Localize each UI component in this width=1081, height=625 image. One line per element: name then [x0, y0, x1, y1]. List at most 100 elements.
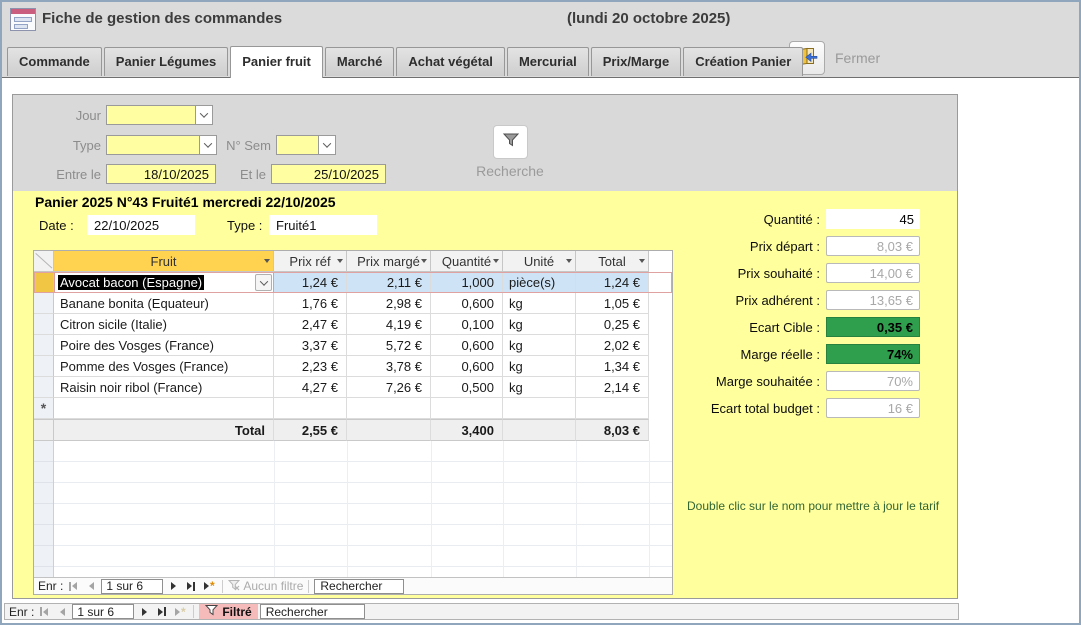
- et-le-label: Et le: [218, 167, 266, 182]
- previous-record-button[interactable]: [83, 580, 99, 593]
- col-header-prix-ref[interactable]: Prix réf: [274, 251, 347, 272]
- filter-arrow-icon[interactable]: [566, 259, 572, 263]
- cell-prix-ref[interactable]: 1,76 €: [274, 293, 347, 314]
- cell-fruit[interactable]: Banane bonita (Equateur): [54, 293, 274, 314]
- col-header-prix-marge[interactable]: Prix margé: [347, 251, 431, 272]
- cell-quantite[interactable]: 1,000: [431, 272, 503, 293]
- cell-prix-ref[interactable]: 2,47 €: [274, 314, 347, 335]
- chevron-down-icon[interactable]: [195, 106, 212, 124]
- col-header-unite[interactable]: Unité: [503, 251, 576, 272]
- type-filter-label: Type: [13, 138, 101, 153]
- cell-fruit[interactable]: Pomme des Vosges (France): [54, 356, 274, 377]
- cell-prix-ref[interactable]: [274, 398, 347, 419]
- col-header-fruit[interactable]: Fruit: [54, 251, 274, 272]
- next-record-button[interactable]: [136, 605, 152, 618]
- first-record-button[interactable]: [36, 605, 52, 618]
- cell-prix-ref[interactable]: 4,27 €: [274, 377, 347, 398]
- cell-fruit[interactable]: Poire des Vosges (France): [54, 335, 274, 356]
- total-unite: [503, 419, 576, 441]
- row-selector[interactable]: [34, 314, 54, 335]
- filter-arrow-icon[interactable]: [421, 259, 427, 263]
- search-button[interactable]: [493, 125, 528, 159]
- chevron-down-icon[interactable]: [318, 136, 335, 154]
- record-position[interactable]: 1 sur 6: [72, 604, 134, 619]
- quantite-field[interactable]: 45: [826, 209, 920, 229]
- col-header-quantite[interactable]: Quantité: [431, 251, 503, 272]
- filter-arrow-icon[interactable]: [264, 259, 270, 263]
- row-selector[interactable]: [34, 335, 54, 356]
- last-record-button[interactable]: [183, 580, 199, 593]
- row-selector[interactable]: [34, 272, 54, 293]
- main-record-nav: Enr : 1 sur 6 * Filtré Rechercher: [4, 603, 959, 620]
- tab-mercurial[interactable]: Mercurial: [507, 47, 589, 76]
- cell-quantite[interactable]: 0,600: [431, 335, 503, 356]
- last-record-button[interactable]: [154, 605, 170, 618]
- cell-prix-marge[interactable]: 7,26 €: [347, 377, 431, 398]
- cell-unite[interactable]: kg: [503, 377, 576, 398]
- cell-fruit[interactable]: [54, 398, 274, 419]
- entre-le-label: Entre le: [13, 167, 101, 182]
- new-record-button[interactable]: *: [172, 605, 188, 618]
- tab-prix-marge[interactable]: Prix/Marge: [591, 47, 681, 76]
- cell-fruit[interactable]: Raisin noir ribol (France): [54, 377, 274, 398]
- tab-commande[interactable]: Commande: [7, 47, 102, 76]
- tab-panier-legumes[interactable]: Panier Légumes: [104, 47, 228, 76]
- date-field[interactable]: 22/10/2025: [87, 215, 195, 235]
- first-record-button[interactable]: [65, 580, 81, 593]
- cell-prix-ref[interactable]: 1,24 €: [274, 272, 347, 293]
- no-filter-button[interactable]: Aucun filtre: [228, 579, 303, 594]
- tab-creation-panier[interactable]: Création Panier: [683, 47, 803, 76]
- tab-marche[interactable]: Marché: [325, 47, 395, 76]
- cell-quantite[interactable]: 0,100: [431, 314, 503, 335]
- cell-prix-marge[interactable]: 2,98 €: [347, 293, 431, 314]
- cell-quantite[interactable]: 0,500: [431, 377, 503, 398]
- date-fin-field[interactable]: 25/10/2025: [271, 164, 386, 184]
- chevron-down-icon[interactable]: [255, 274, 272, 291]
- semaine-combo[interactable]: [276, 135, 336, 155]
- filter-state-label: Filtré: [222, 605, 251, 619]
- type-combo[interactable]: [106, 135, 217, 155]
- cell-unite[interactable]: kg: [503, 335, 576, 356]
- filter-state-badge[interactable]: Filtré: [199, 604, 257, 619]
- record-search-box[interactable]: Rechercher: [260, 604, 365, 619]
- tab-panier-fruit[interactable]: Panier fruit: [230, 46, 323, 78]
- cell-prix-marge[interactable]: [347, 398, 431, 419]
- subform-record-nav: Enr : 1 sur 6 * Aucun filtre: [34, 577, 672, 594]
- type-field[interactable]: Fruité1: [269, 215, 377, 235]
- cell-prix-marge[interactable]: 5,72 €: [347, 335, 431, 356]
- cell-prix-ref[interactable]: 2,23 €: [274, 356, 347, 377]
- row-selector[interactable]: [34, 356, 54, 377]
- cell-prix-ref[interactable]: 3,37 €: [274, 335, 347, 356]
- filter-arrow-icon[interactable]: [337, 259, 343, 263]
- record-position[interactable]: 1 sur 6: [101, 579, 163, 594]
- record-nav-label: Enr :: [38, 579, 63, 593]
- next-record-button[interactable]: [165, 580, 181, 593]
- tab-achat-vegetal[interactable]: Achat végétal: [396, 47, 505, 76]
- cell-quantite[interactable]: 0,600: [431, 356, 503, 377]
- cell-fruit[interactable]: Avocat bacon (Espagne): [54, 272, 274, 293]
- new-record-marker[interactable]: *: [34, 398, 54, 419]
- prix-souhaite-label: Prix souhaité :: [577, 266, 826, 281]
- cell-unite[interactable]: kg: [503, 314, 576, 335]
- cell-prix-marge[interactable]: 4,19 €: [347, 314, 431, 335]
- cell-prix-marge[interactable]: 2,11 €: [347, 272, 431, 293]
- new-record-button[interactable]: *: [201, 580, 217, 593]
- chevron-down-icon[interactable]: [199, 136, 216, 154]
- cell-unite[interactable]: kg: [503, 356, 576, 377]
- cell-fruit[interactable]: Citron sicile (Italie): [54, 314, 274, 335]
- cell-unite[interactable]: kg: [503, 293, 576, 314]
- jour-combo[interactable]: [106, 105, 213, 125]
- filter-arrow-icon[interactable]: [493, 259, 499, 263]
- row-selector[interactable]: [34, 377, 54, 398]
- cell-prix-marge[interactable]: 3,78 €: [347, 356, 431, 377]
- date-debut-field[interactable]: 18/10/2025: [106, 164, 216, 184]
- selected-text[interactable]: Avocat bacon (Espagne): [58, 275, 204, 290]
- select-all-corner[interactable]: [34, 251, 54, 272]
- previous-record-button[interactable]: [54, 605, 70, 618]
- row-selector[interactable]: [34, 293, 54, 314]
- cell-unite[interactable]: pièce(s): [503, 272, 576, 293]
- cell-quantite[interactable]: 0,600: [431, 293, 503, 314]
- cell-quantite[interactable]: [431, 398, 503, 419]
- record-search-box[interactable]: Rechercher: [314, 579, 404, 594]
- cell-unite[interactable]: [503, 398, 576, 419]
